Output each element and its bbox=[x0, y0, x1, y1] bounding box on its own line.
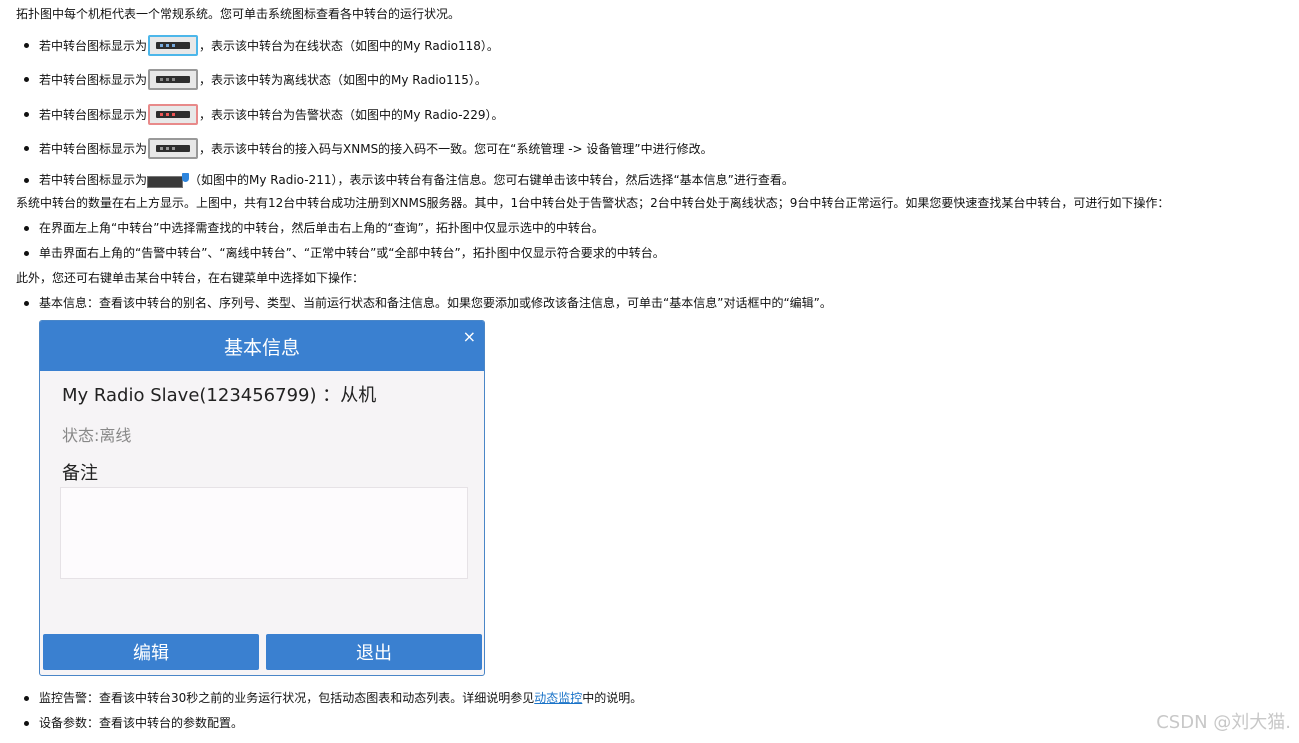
bullet bbox=[24, 300, 29, 306]
bullet bbox=[24, 225, 29, 231]
item-text: 在界面左上角“中转台”中选择需查找的中转台，然后单击右上角的“查询”，拓扑图中仅… bbox=[39, 221, 604, 235]
device-line: My Radio Slave(123456799) ：从机 bbox=[62, 385, 377, 406]
list-item-mismatch: 若中转台图标显示为 ，表示该中转台的接入码与XNMS的接入码不一致。您可在“系统… bbox=[24, 138, 713, 159]
item-prefix: 若中转台图标显示为 bbox=[39, 173, 148, 187]
note-label: 备注 bbox=[62, 463, 98, 484]
bullet bbox=[24, 43, 29, 48]
list-item-monitor: 监控告警：查看该中转台30秒之前的业务运行状况，包括动态图表和动态列表。详细说明… bbox=[24, 690, 642, 706]
close-icon[interactable]: × bbox=[463, 327, 476, 346]
bullet bbox=[24, 177, 29, 183]
item-text: ，表示该中转为离线状态（如图中的My Radio115）。 bbox=[199, 72, 487, 87]
item-prefix: 若中转台图标显示为 bbox=[39, 107, 148, 122]
device-online-icon bbox=[148, 35, 199, 56]
basic-info-dialog: 基本信息 × My Radio Slave(123456799) ：从机 状态:… bbox=[39, 320, 485, 676]
item-prefix: 若中转台图标显示为 bbox=[39, 38, 148, 53]
intro-text: 拓扑图中每个机柜代表一个常规系统。您可单击系统图标查看各中转台的运行状况。 bbox=[16, 7, 461, 21]
device-note-icon bbox=[147, 173, 190, 188]
list-item-offline: 若中转台图标显示为 ，表示该中转为离线状态（如图中的My Radio115）。 bbox=[24, 69, 487, 90]
device-offline-icon bbox=[148, 69, 199, 90]
menu-intro-text: 此外，您还可右键单击某台中转台，在右键菜单中选择如下操作： bbox=[16, 271, 365, 285]
list-item-search-step: 单击界面右上角的“告警中转台”、“离线中转台”、“正常中转台”或“全部中转台”，… bbox=[24, 245, 665, 261]
item-suffix: 中的说明。 bbox=[582, 691, 643, 705]
item-text: 基本信息：查看该中转台的别名、序列号、类型、当前运行状态和备注信息。如果您要添加… bbox=[39, 296, 832, 310]
item-text: ，表示该中转台的接入码与XNMS的接入码不一致。您可在“系统管理 -> 设备管理… bbox=[199, 141, 713, 156]
list-item-online: 若中转台图标显示为 ，表示该中转台为在线状态（如图中的My Radio118）。 bbox=[24, 35, 499, 56]
list-item-params: 设备参数：查看该中转台的参数配置。 bbox=[24, 715, 243, 731]
edit-button[interactable]: 编辑 bbox=[43, 634, 259, 670]
exit-button[interactable]: 退出 bbox=[266, 634, 482, 670]
item-text: （如图中的My Radio-211），表示该中转台有备注信息。您可右键单击该中转… bbox=[189, 173, 794, 187]
bullet bbox=[24, 146, 29, 151]
item-text: 单击界面右上角的“告警中转台”、“离线中转台”、“正常中转台”或“全部中转台”，… bbox=[39, 246, 665, 260]
bullet bbox=[24, 720, 29, 726]
bullet bbox=[24, 250, 29, 256]
dynamic-monitor-link[interactable]: 动态监控 bbox=[534, 690, 582, 706]
device-alarm-icon bbox=[148, 104, 199, 125]
item-prefix: 监控告警：查看该中转台30秒之前的业务运行状况，包括动态图表和动态列表。详细说明… bbox=[39, 691, 535, 705]
list-item-note: 若中转台图标显示为 （如图中的My Radio-211），表示该中转台有备注信息… bbox=[24, 172, 794, 188]
item-text: ，表示该中转台为告警状态（如图中的My Radio-229）。 bbox=[199, 107, 504, 122]
device-mismatch-icon bbox=[148, 138, 199, 159]
list-item-search-step: 在界面左上角“中转台”中选择需查找的中转台，然后单击右上角的“查询”，拓扑图中仅… bbox=[24, 220, 604, 236]
dialog-title: 基本信息 bbox=[223, 336, 300, 359]
item-prefix: 若中转台图标显示为 bbox=[39, 141, 148, 156]
item-text: 设备参数：查看该中转台的参数配置。 bbox=[39, 716, 244, 730]
note-field[interactable] bbox=[60, 487, 468, 579]
item-prefix: 若中转台图标显示为 bbox=[39, 72, 148, 87]
item-text: ，表示该中转台为在线状态（如图中的My Radio118）。 bbox=[199, 38, 499, 53]
bullet bbox=[24, 695, 29, 701]
watermark: CSDN @刘大猫. bbox=[1156, 712, 1291, 733]
bullet bbox=[24, 77, 29, 82]
list-item-basic-info: 基本信息：查看该中转台的别名、序列号、类型、当前运行状态和备注信息。如果您要添加… bbox=[24, 295, 832, 311]
list-item-alarm: 若中转台图标显示为 ，表示该中转台为告警状态（如图中的My Radio-229）… bbox=[24, 104, 503, 125]
status-text: 状态:离线 bbox=[62, 426, 132, 445]
dialog-header: 基本信息 × bbox=[40, 321, 484, 371]
bullet bbox=[24, 112, 29, 117]
count-text: 系统中转台的数量在右上方显示。上图中，共有12台中转台成功注册到XNMS服务器。… bbox=[16, 196, 1170, 210]
